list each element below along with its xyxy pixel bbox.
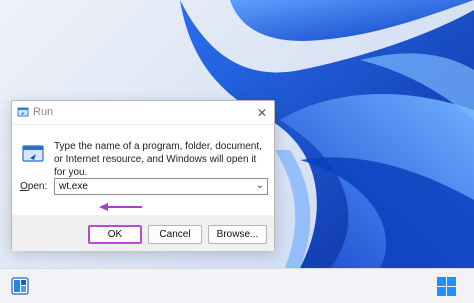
description-text: Type the name of a program, folder, docu… xyxy=(54,141,262,178)
run-dialog: Run ✕ Type the name of a program, folder… xyxy=(11,100,275,251)
run-icon xyxy=(22,145,44,162)
run-app-icon xyxy=(17,107,29,117)
dialog-footer: OK Cancel Browse... xyxy=(12,215,274,251)
open-input-value[interactable]: wt.exe xyxy=(59,181,88,192)
windows-start-icon[interactable] xyxy=(437,277,456,296)
ok-button[interactable]: OK xyxy=(88,225,142,244)
dialog-body: Type the name of a program, folder, docu… xyxy=(12,125,274,215)
taskbar xyxy=(0,268,474,303)
cancel-button[interactable]: Cancel xyxy=(148,225,202,244)
chevron-down-icon[interactable]: ⌄ xyxy=(256,180,264,191)
dialog-title: Run xyxy=(33,106,54,118)
title-bar[interactable]: Run ✕ xyxy=(12,101,274,125)
close-button[interactable]: ✕ xyxy=(254,105,270,121)
browse-button[interactable]: Browse... xyxy=(208,225,267,244)
widgets-icon[interactable] xyxy=(11,277,29,295)
open-input[interactable]: wt.exe ⌄ xyxy=(54,178,268,195)
open-label: Open: xyxy=(20,181,48,192)
annotation-arrow-icon xyxy=(99,203,142,211)
